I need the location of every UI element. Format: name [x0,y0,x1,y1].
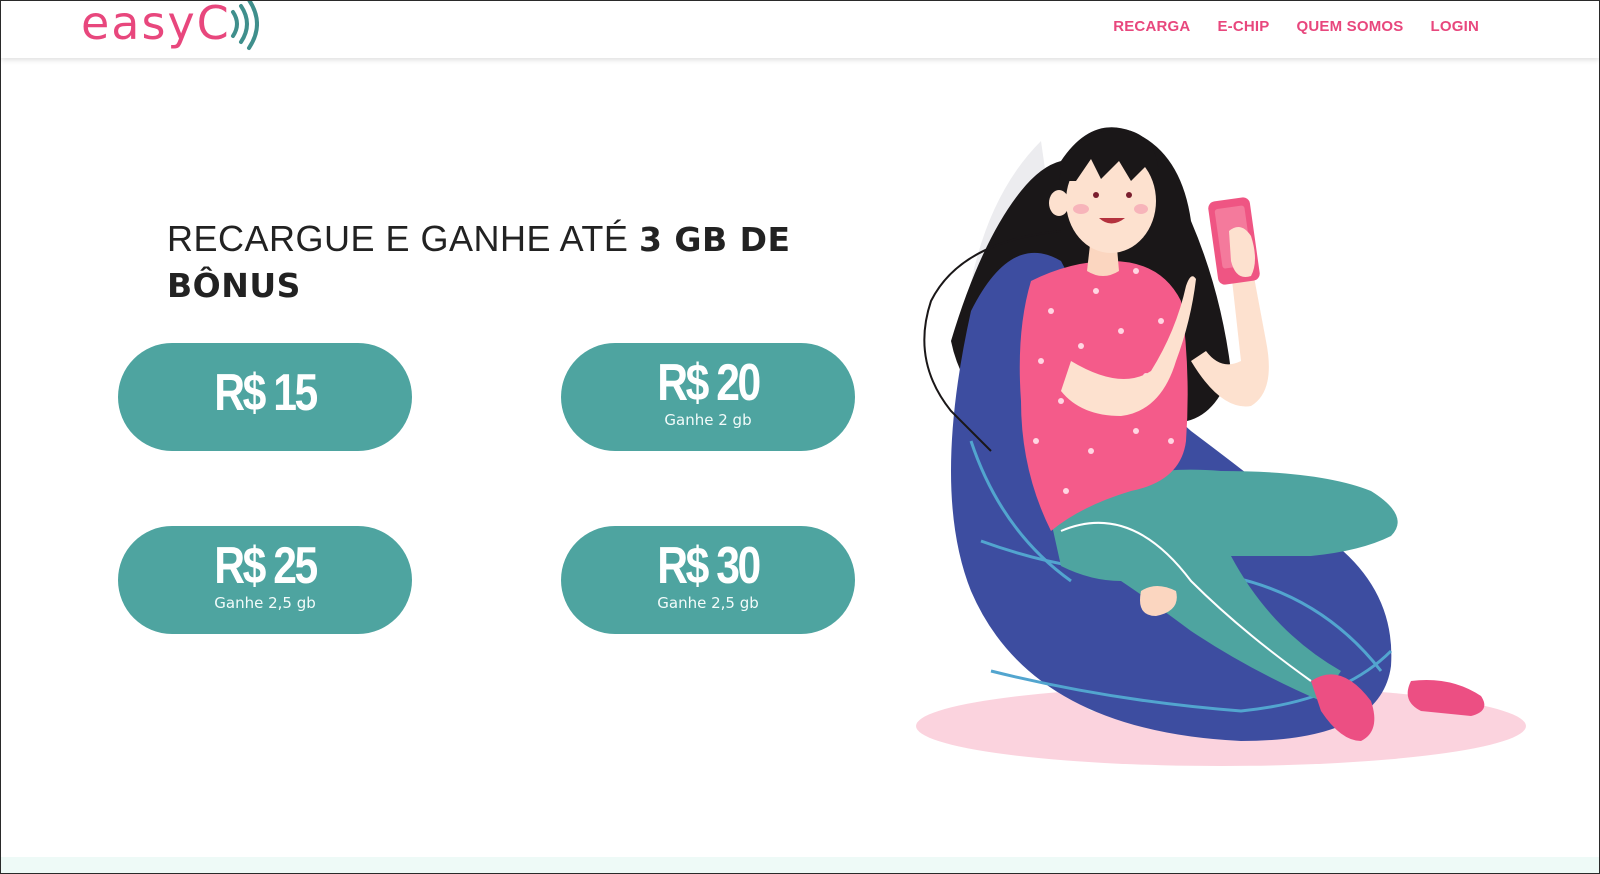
signal-waves-icon [230,1,259,50]
main-nav: RECARGA E-CHIP QUEM SOMOS LOGIN [1113,18,1479,35]
offer-bonus: Ganhe 2,5 gb [214,594,316,612]
offer-button-30[interactable]: R$ 30 Ganhe 2,5 gb [561,526,855,634]
nav-e-chip[interactable]: E-CHIP [1217,18,1269,35]
easyc-logo[interactable]: easyC [81,0,259,53]
offer-button-25[interactable]: R$ 25 Ganhe 2,5 gb [118,526,412,634]
woman-on-beanbag-illustration [916,127,1526,766]
offer-button-20[interactable]: R$ 20 Ganhe 2 gb [561,343,855,451]
bottom-section-edge [1,857,1599,873]
nav-recarga[interactable]: RECARGA [1113,18,1190,35]
headline-light-text: RECARGUE E GANHE ATÉ [167,218,639,259]
offer-button-15[interactable]: R$ 15 [118,343,412,451]
offer-amount: R$ 20 [657,354,761,412]
nav-quem-somos[interactable]: QUEM SOMOS [1296,18,1403,35]
offer-bonus: Ganhe 2,5 gb [657,594,759,612]
hero-headline: RECARGUE E GANHE ATÉ 3 GB DE BÔNUS [167,216,847,309]
offer-amount: R$ 25 [214,537,318,595]
offer-bonus: Ganhe 2 gb [664,411,752,429]
offer-amount: R$ 30 [657,537,761,595]
page: easyC RECARGA E-CHIP QUEM SOMOS LOGIN RE… [0,0,1600,874]
nav-login[interactable]: LOGIN [1431,18,1480,35]
offer-amount: R$ 15 [214,364,318,422]
logo-text: easyC [81,0,231,50]
top-navbar: easyC RECARGA E-CHIP QUEM SOMOS LOGIN [1,1,1599,58]
